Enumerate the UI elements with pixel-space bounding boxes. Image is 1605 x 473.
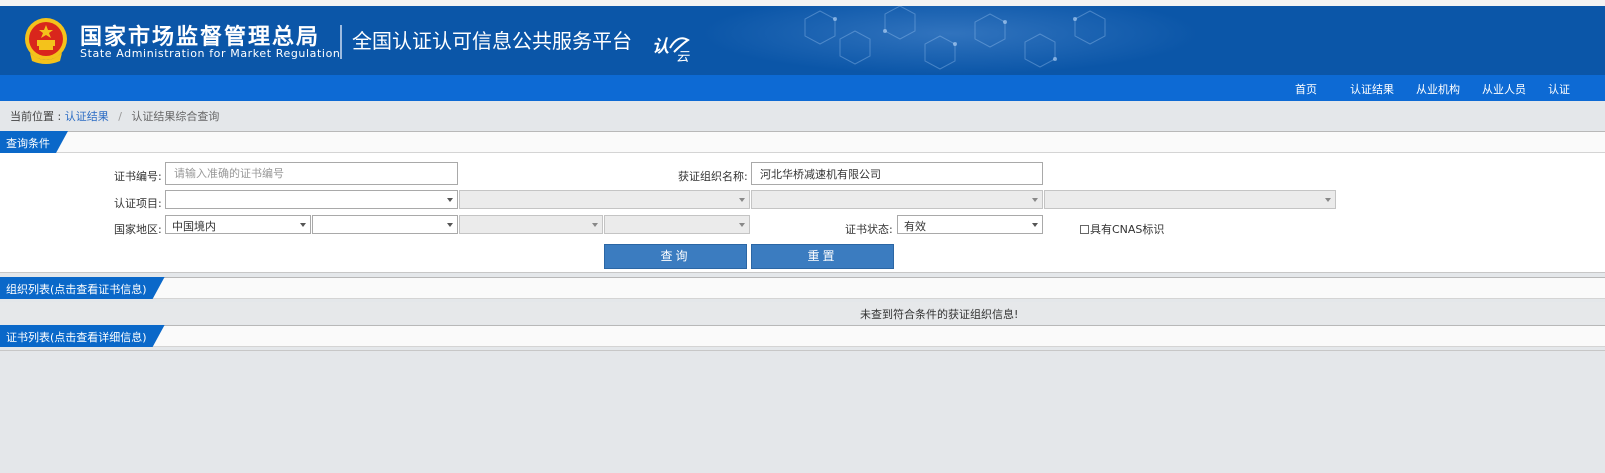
nav-item-cert-results[interactable]: 认证结果 xyxy=(1350,81,1394,97)
cnas-label: 具有CNAS标识 xyxy=(1090,223,1165,236)
cnas-option: 具有CNAS标识 xyxy=(1080,221,1164,237)
cert-no-label: 证书编号: xyxy=(114,170,162,183)
breadcrumb-link-cert-results[interactable]: 认证结果 xyxy=(65,110,109,123)
nav-item-agencies[interactable]: 从业机构 xyxy=(1416,81,1460,97)
chevron-down-icon xyxy=(592,223,598,227)
nav-item-certification[interactable]: 认证 xyxy=(1548,81,1570,97)
breadcrumb-current: 认证结果综合查询 xyxy=(131,110,220,123)
region-label: 国家地区: xyxy=(114,223,162,236)
search-button[interactable]: 查询 xyxy=(604,244,747,269)
national-emblem-icon xyxy=(25,18,67,64)
status-select[interactable]: 有效 xyxy=(897,215,1043,234)
cert-item-label: 认证项目: xyxy=(114,197,162,210)
cert-item-select-3 xyxy=(751,190,1043,209)
cert-item-select-2 xyxy=(459,190,750,209)
org-list-empty: 未查到符合条件的获证组织信息! xyxy=(0,302,1605,324)
query-panel-header: 查询条件 xyxy=(0,131,1605,153)
platform-title: 全国认证认可信息公共服务平台 xyxy=(352,29,632,53)
reset-button[interactable]: 重置 xyxy=(751,244,894,269)
chevron-down-icon xyxy=(739,223,745,227)
main-nav: 首页 认证结果 从业机构 从业人员 认证 xyxy=(0,75,1605,101)
status-label: 证书状态: xyxy=(845,223,893,236)
header-divider xyxy=(340,25,342,59)
chevron-down-icon xyxy=(1032,198,1038,202)
chevron-down-icon xyxy=(300,223,306,227)
cert-no-input[interactable] xyxy=(165,162,458,185)
org-list-header: 组织列表(点击查看证书信息) xyxy=(0,277,1605,299)
org-name-label: 获证组织名称: xyxy=(678,170,748,183)
query-form: 证书编号: 获证组织名称: 认证项目: 国家地区: 中国境内 证书状态: 有效 … xyxy=(0,153,1605,273)
cert-list-bottom-border xyxy=(0,350,1605,351)
chevron-down-icon xyxy=(447,223,453,227)
region-select-4 xyxy=(604,215,750,234)
renyun-logo-char-2: 云 xyxy=(676,50,690,64)
org-list-empty-message: 未查到符合条件的获证组织信息! xyxy=(860,308,1019,321)
nav-item-home[interactable]: 首页 xyxy=(1295,81,1317,97)
cert-item-select-1[interactable] xyxy=(165,190,458,209)
renyun-logo-char-1: 认 xyxy=(652,37,669,57)
region-select-2[interactable] xyxy=(312,215,458,234)
breadcrumb-prefix: 当前位置 : xyxy=(10,110,62,123)
agency-title-en: State Administration for Market Regulati… xyxy=(80,47,341,60)
hexagon-pattern xyxy=(804,6,1106,70)
query-panel-title: 查询条件 xyxy=(0,131,68,153)
status-select-value: 有效 xyxy=(904,220,926,233)
chevron-down-icon xyxy=(447,198,453,202)
region-select-1[interactable]: 中国境内 xyxy=(165,215,311,234)
cert-item-select-4 xyxy=(1044,190,1336,209)
cert-list-title: 证书列表(点击查看详细信息) xyxy=(0,325,165,347)
chevron-down-icon xyxy=(1325,198,1331,202)
cnas-checkbox[interactable] xyxy=(1080,225,1089,234)
site-header: 国家市场监督管理总局 State Administration for Mark… xyxy=(0,6,1605,75)
chevron-down-icon xyxy=(1032,223,1038,227)
cert-list-header: 证书列表(点击查看详细信息) xyxy=(0,325,1605,347)
nav-item-practitioners[interactable]: 从业人员 xyxy=(1482,81,1526,97)
region-select-3 xyxy=(459,215,603,234)
breadcrumb: 当前位置 : 认证结果 / 认证结果综合查询 xyxy=(10,108,219,124)
org-name-input[interactable] xyxy=(751,162,1043,185)
renyun-logo: 认 云 xyxy=(652,37,690,64)
region-select-1-value: 中国境内 xyxy=(172,220,216,233)
org-list-title: 组织列表(点击查看证书信息) xyxy=(0,277,165,299)
breadcrumb-separator: / xyxy=(118,110,122,123)
chevron-down-icon xyxy=(739,198,745,202)
